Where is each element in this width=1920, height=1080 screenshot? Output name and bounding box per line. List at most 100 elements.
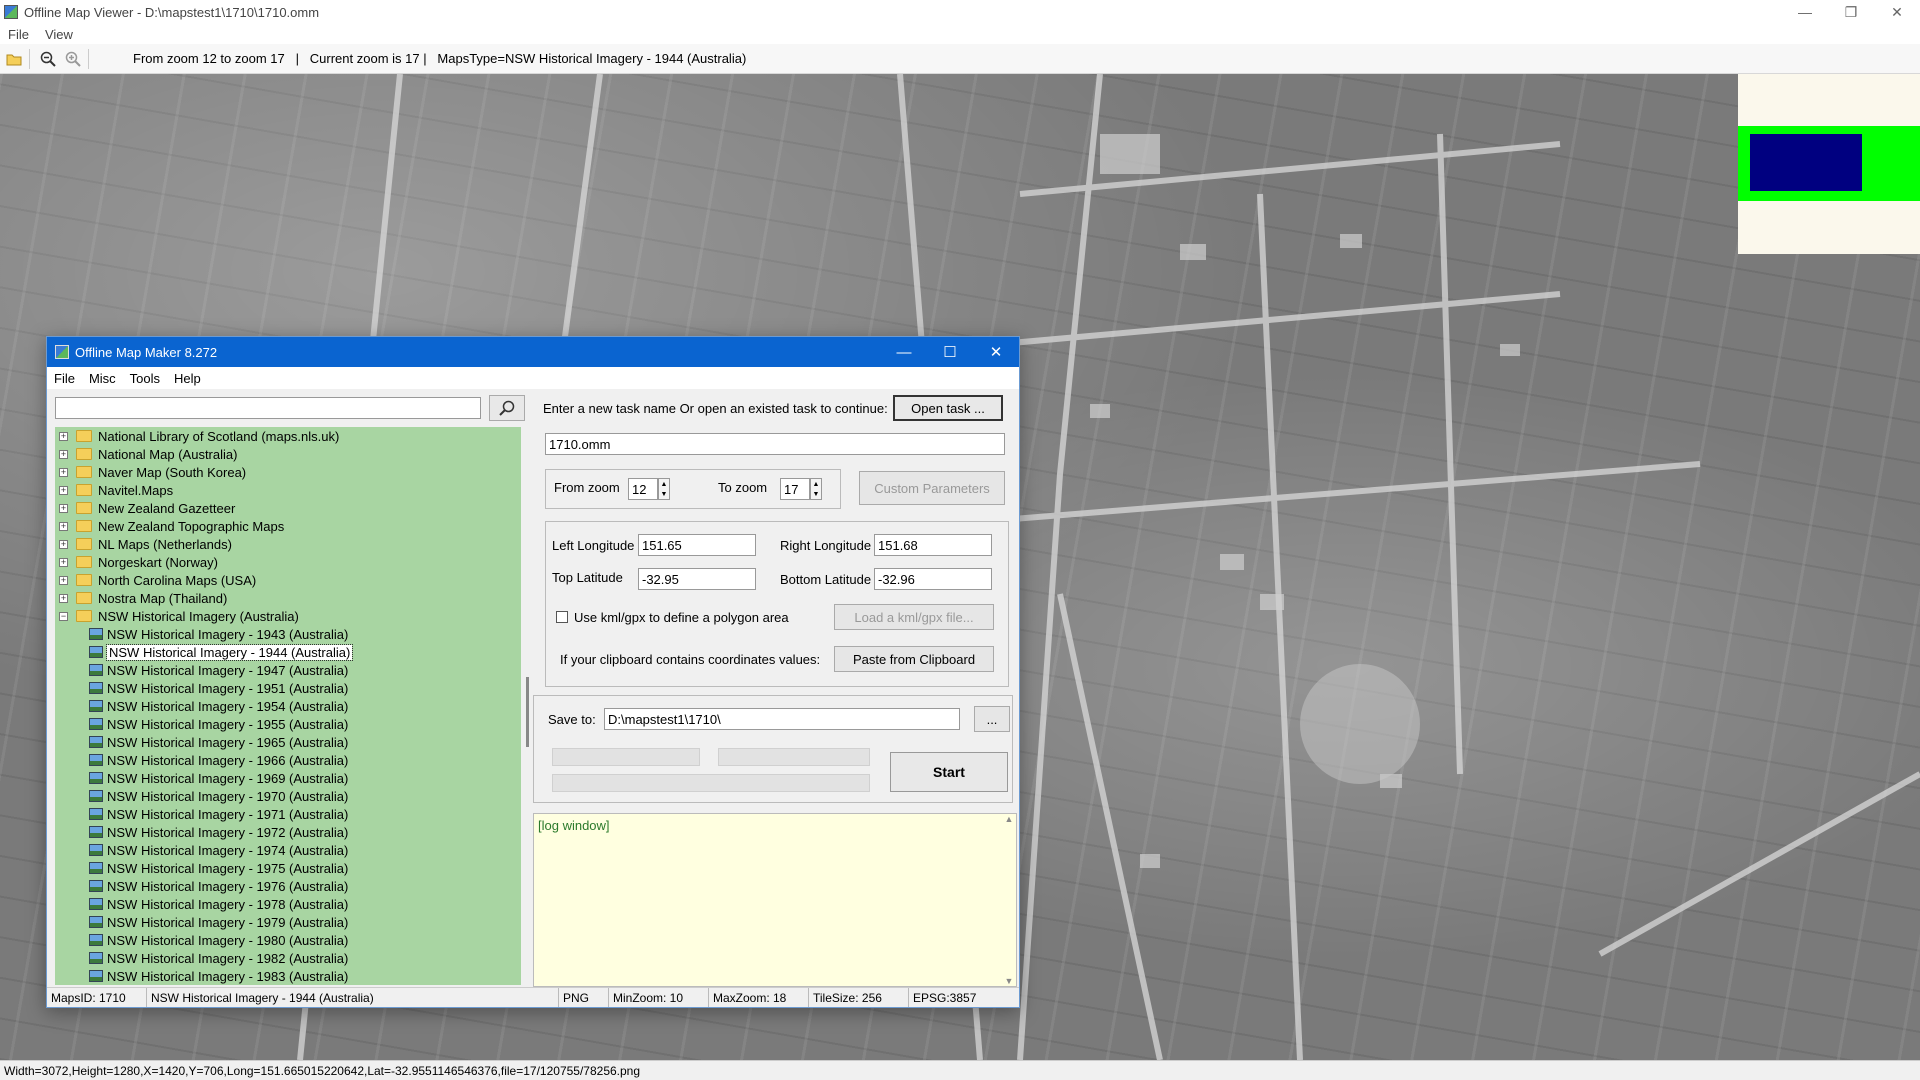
kml-polygon-checkbox[interactable]	[556, 611, 568, 623]
expand-icon[interactable]: +	[59, 575, 68, 585]
zoom-out-icon[interactable]	[37, 48, 59, 70]
maps-tree[interactable]: + National Library of Scotland (maps.nls…	[55, 427, 521, 985]
tree-map-item[interactable]: NSW Historical Imagery - 1978 (Australia…	[55, 895, 521, 913]
tree-folder-item[interactable]: + Navitel.Maps	[55, 481, 521, 499]
tree-map-item[interactable]: NSW Historical Imagery - 1974 (Australia…	[55, 841, 521, 859]
expand-icon[interactable]: +	[59, 593, 68, 603]
paste-from-clipboard-button[interactable]: Paste from Clipboard	[834, 646, 994, 672]
tree-map-item[interactable]: NSW Historical Imagery - 1955 (Australia…	[55, 715, 521, 733]
tree-map-label: NSW Historical Imagery - 1976 (Australia…	[107, 878, 349, 894]
menu-help[interactable]: Help	[167, 371, 208, 386]
spin-down-icon[interactable]: ▼	[813, 491, 820, 498]
open-task-button[interactable]: Open task ...	[893, 395, 1003, 421]
to-zoom-stepper[interactable]: ▲ ▼	[810, 478, 822, 500]
expand-icon[interactable]: +	[59, 485, 68, 495]
map-image-icon	[89, 934, 103, 946]
tree-map-item[interactable]: NSW Historical Imagery - 1975 (Australia…	[55, 859, 521, 877]
expand-icon[interactable]: +	[59, 557, 68, 567]
tree-map-item[interactable]: NSW Historical Imagery - 1947 (Australia…	[55, 661, 521, 679]
minimize-icon[interactable]: —	[881, 337, 927, 367]
tree-folder-item-open[interactable]: − NSW Historical Imagery (Australia)	[55, 607, 521, 625]
left-longitude-input[interactable]	[638, 534, 756, 556]
save-to-input[interactable]	[604, 708, 960, 730]
tree-folder-item[interactable]: + NL Maps (Netherlands)	[55, 535, 521, 553]
tree-map-item[interactable]: NSW Historical Imagery - 1969 (Australia…	[55, 769, 521, 787]
zoom-in-icon[interactable]	[62, 48, 84, 70]
menu-view[interactable]: View	[37, 27, 81, 42]
menu-file[interactable]: File	[0, 27, 37, 42]
menu-misc[interactable]: Misc	[82, 371, 123, 386]
tree-map-item[interactable]: NSW Historical Imagery - 1976 (Australia…	[55, 877, 521, 895]
tree-map-item[interactable]: NSW Historical Imagery - 1954 (Australia…	[55, 697, 521, 715]
top-latitude-input[interactable]	[638, 568, 756, 590]
zoom-range-group: From zoom ▲▼ To zoom ▲▼	[545, 469, 841, 509]
tree-map-item[interactable]: NSW Historical Imagery - 1966 (Australia…	[55, 751, 521, 769]
custom-parameters-button[interactable]: Custom Parameters	[859, 471, 1005, 505]
spin-up-icon[interactable]: ▲	[813, 481, 820, 488]
close-icon[interactable]: ✕	[1874, 0, 1920, 24]
minimize-icon[interactable]: —	[1782, 0, 1828, 24]
top-latitude-label: Top Latitude	[552, 570, 623, 585]
from-zoom-stepper[interactable]: ▲ ▼	[658, 478, 670, 500]
maximize-icon[interactable]: ☐	[927, 337, 973, 367]
spin-up-icon[interactable]: ▲	[661, 481, 668, 488]
tree-map-item[interactable]: NSW Historical Imagery - 1983 (Australia…	[55, 967, 521, 985]
expand-icon[interactable]: +	[59, 431, 68, 441]
from-zoom-label: From zoom	[554, 480, 620, 495]
menu-file[interactable]: File	[47, 371, 82, 386]
log-window[interactable]: [log window] ▲ ▼	[533, 813, 1017, 987]
tree-folder-item[interactable]: + New Zealand Topographic Maps	[55, 517, 521, 535]
scrollbar-thumb[interactable]	[526, 677, 529, 747]
tree-map-item[interactable]: NSW Historical Imagery - 1971 (Australia…	[55, 805, 521, 823]
tree-map-item[interactable]: NSW Historical Imagery - 1979 (Australia…	[55, 913, 521, 931]
viewer-status-bar: Width=3072,Height=1280,X=1420,Y=706,Long…	[0, 1060, 1920, 1080]
expand-icon[interactable]: +	[59, 521, 68, 531]
tree-map-item[interactable]: NSW Historical Imagery - 1943 (Australia…	[55, 625, 521, 643]
tree-map-item[interactable]: NSW Historical Imagery - 1980 (Australia…	[55, 931, 521, 949]
tree-map-item[interactable]: NSW Historical Imagery - 1951 (Australia…	[55, 679, 521, 697]
close-icon[interactable]: ✕	[973, 337, 1019, 367]
task-name-input[interactable]	[545, 433, 1005, 455]
tree-map-item[interactable]: NSW Historical Imagery - 1970 (Australia…	[55, 787, 521, 805]
tree-map-item[interactable]: NSW Historical Imagery - 1982 (Australia…	[55, 949, 521, 967]
expand-icon[interactable]: +	[59, 539, 68, 549]
tree-folder-item[interactable]: + New Zealand Gazetteer	[55, 499, 521, 517]
scroll-up-icon[interactable]: ▲	[1005, 814, 1014, 824]
restore-icon[interactable]: ❐	[1828, 0, 1874, 24]
tree-folder-item[interactable]: + Norgeskart (Norway)	[55, 553, 521, 571]
tree-folder-item[interactable]: + National Library of Scotland (maps.nls…	[55, 427, 521, 445]
tree-folder-label: New Zealand Gazetteer	[98, 500, 236, 516]
map-maker-dialog: Offline Map Maker 8.272 — ☐ ✕ File Misc …	[46, 336, 1020, 1008]
expand-icon[interactable]: +	[59, 467, 68, 477]
scroll-down-icon[interactable]: ▼	[1005, 976, 1014, 986]
expand-icon[interactable]: +	[59, 503, 68, 513]
search-button[interactable]	[489, 395, 525, 421]
tree-folder-label: North Carolina Maps (USA)	[98, 572, 257, 588]
tree-map-item[interactable]: NSW Historical Imagery - 1965 (Australia…	[55, 733, 521, 751]
log-scrollbar[interactable]: ▲ ▼	[1002, 814, 1016, 986]
start-button[interactable]: Start	[890, 752, 1008, 792]
spin-down-icon[interactable]: ▼	[661, 491, 668, 498]
bottom-latitude-input[interactable]	[874, 568, 992, 590]
to-zoom-input[interactable]	[780, 478, 810, 500]
folder-icon	[76, 520, 92, 532]
menu-tools[interactable]: Tools	[123, 371, 167, 386]
tree-map-item[interactable]: NSW Historical Imagery - 1972 (Australia…	[55, 823, 521, 841]
tree-folder-item[interactable]: + Naver Map (South Korea)	[55, 463, 521, 481]
tree-folder-label: Navitel.Maps	[98, 482, 174, 498]
from-zoom-input[interactable]	[628, 478, 658, 500]
viewer-titlebar: Offline Map Viewer - D:\mapstest1\1710\1…	[0, 0, 1920, 24]
browse-button[interactable]: ...	[974, 706, 1010, 732]
right-longitude-input[interactable]	[874, 534, 992, 556]
folder-icon	[76, 592, 92, 604]
search-input[interactable]	[55, 397, 481, 419]
collapse-icon[interactable]: −	[59, 611, 68, 621]
tree-folder-item[interactable]: + National Map (Australia)	[55, 445, 521, 463]
tree-map-item[interactable]: NSW Historical Imagery - 1944 (Australia…	[55, 643, 521, 661]
overview-minimap[interactable]	[1738, 74, 1920, 254]
tree-folder-item[interactable]: + Nostra Map (Thailand)	[55, 589, 521, 607]
open-folder-icon[interactable]	[3, 48, 25, 70]
tree-folder-item[interactable]: + North Carolina Maps (USA)	[55, 571, 521, 589]
expand-icon[interactable]: +	[59, 449, 68, 459]
load-kml-button[interactable]: Load a kml/gpx file...	[834, 604, 994, 630]
